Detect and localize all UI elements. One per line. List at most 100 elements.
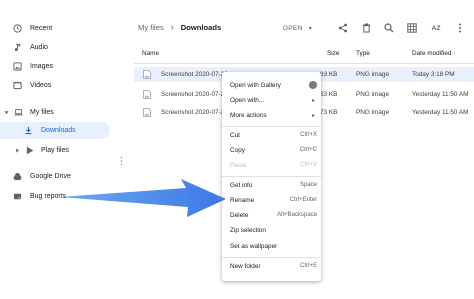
delete-icon[interactable] xyxy=(360,22,372,34)
menu-item-open-with[interactable]: Open with... ▸ xyxy=(222,93,321,107)
open-button-label: OPEN xyxy=(282,24,303,32)
menu-item-set-as-wallpaper[interactable]: Set as wallpaper xyxy=(222,239,321,253)
context-menu: Open with Gallery Open with... ▸ More ac… xyxy=(222,72,321,281)
image-file-icon xyxy=(143,70,151,79)
sidebar-item-label: Videos xyxy=(30,81,52,89)
image-icon xyxy=(13,61,22,71)
menu-item-rename[interactable]: Rename Ctrl+Enter xyxy=(222,193,321,207)
menu-item-shortcut: Ctrl+V xyxy=(300,162,317,168)
menu-item-label: Open with Gallery xyxy=(230,81,281,89)
breadcrumb-separator: › xyxy=(170,22,174,32)
clock-icon xyxy=(13,23,22,33)
menu-item-label: New folder xyxy=(230,262,261,270)
menu-item-shortcut: Ctrl+C xyxy=(299,147,317,153)
column-type[interactable]: Type xyxy=(356,50,370,57)
file-name: Screenshot 2020-07-25 xyxy=(161,109,228,116)
sidebar-item-recent[interactable]: Recent xyxy=(0,20,120,36)
menu-item-label: Set as wallpaper xyxy=(230,242,278,250)
sidebar-item-images[interactable]: Images xyxy=(0,58,120,74)
image-file-icon xyxy=(143,90,151,99)
menu-item-label: Cut xyxy=(230,131,240,139)
audio-icon xyxy=(13,43,22,52)
toolbar: OPEN ▾ AZ xyxy=(283,19,466,37)
expand-right-icon[interactable] xyxy=(15,146,20,155)
file-date: Today 3:18 PM xyxy=(412,71,455,78)
column-name[interactable]: Name xyxy=(142,50,159,57)
sidebar-item-google-drive[interactable]: Google Drive xyxy=(0,168,120,184)
menu-item-shortcut: Alt+Backspace xyxy=(277,212,317,218)
breadcrumb-downloads: Downloads xyxy=(180,22,222,32)
more-vert-icon[interactable] xyxy=(454,22,466,34)
video-icon xyxy=(13,81,22,90)
chevron-down-icon: ▾ xyxy=(308,25,312,32)
breadcrumb: My files › Downloads xyxy=(138,22,221,32)
file-type: PNG image xyxy=(356,109,390,116)
menu-item-label: Open with... xyxy=(230,96,265,104)
menu-item-zip-selection[interactable]: Zip selection xyxy=(222,223,321,237)
sort-arrow-icon: ↓ xyxy=(453,49,457,56)
file-size: 63 KB xyxy=(320,91,338,98)
file-name: Screenshot 2020-07-25 xyxy=(161,91,228,98)
sidebar-item-label: Recent xyxy=(30,24,53,32)
sidebar-item-label: Images xyxy=(30,62,53,70)
file-name: Screenshot 2020-07-26 xyxy=(161,71,228,78)
menu-item-shortcut: Ctrl+X xyxy=(300,132,317,138)
grid-view-icon[interactable] xyxy=(406,22,418,34)
menu-item-get-info[interactable]: Get info Space xyxy=(222,178,321,192)
sidebar-item-label: Audio xyxy=(30,43,48,51)
play-store-icon xyxy=(25,146,34,155)
column-size[interactable]: Size xyxy=(327,50,339,57)
menu-item-copy[interactable]: Copy Ctrl+C xyxy=(222,143,321,157)
menu-item-shortcut: Space xyxy=(299,182,317,188)
menu-item-label: Rename xyxy=(230,196,255,204)
column-date[interactable]: Date modified xyxy=(412,50,451,57)
menu-item-label: Copy xyxy=(230,146,245,154)
menu-item-open-with-gallery[interactable]: Open with Gallery xyxy=(222,78,321,92)
menu-item-label: Get info xyxy=(230,181,253,189)
file-type: PNG image xyxy=(356,91,390,98)
sidebar-item-downloads[interactable]: Downloads xyxy=(0,122,110,139)
drive-icon xyxy=(13,172,22,181)
sidebar-item-audio[interactable]: Audio xyxy=(0,39,120,55)
sidebar-item-label: Play files xyxy=(41,146,70,154)
sidebar-item-label: Bug reports xyxy=(30,192,67,200)
sidebar-resize-handle[interactable] xyxy=(120,153,123,166)
open-button[interactable]: OPEN ▾ xyxy=(283,25,312,32)
gallery-app-icon xyxy=(309,81,317,89)
menu-item-label: Delete xyxy=(230,211,249,219)
menu-item-label: Zip selection xyxy=(230,226,266,234)
menu-item-cut[interactable]: Cut Ctrl+X xyxy=(222,128,321,142)
sidebar-item-label: Google Drive xyxy=(30,172,71,180)
chevron-right-icon: ▸ xyxy=(311,112,315,119)
menu-item-paste: Paste Ctrl+V xyxy=(222,158,321,172)
sidebar-item-play-files[interactable]: Play files xyxy=(0,142,120,158)
menu-item-shortcut: Ctrl+Enter xyxy=(289,197,317,203)
file-date: Yesterday 11:50 AM xyxy=(412,91,469,98)
menu-item-delete[interactable]: Delete Alt+Backspace xyxy=(222,208,321,222)
menu-divider xyxy=(222,176,321,177)
menu-item-more-actions[interactable]: More actions ▸ xyxy=(222,108,321,122)
sidebar-item-bug-reports[interactable]: Bug reports xyxy=(0,188,120,204)
menu-divider xyxy=(222,257,321,258)
search-icon[interactable] xyxy=(383,22,395,34)
image-file-icon xyxy=(143,108,151,117)
download-icon xyxy=(24,126,33,135)
sidebar-item-videos[interactable]: Videos xyxy=(0,77,120,93)
breadcrumb-my-files[interactable]: My files xyxy=(138,23,164,32)
share-icon[interactable] xyxy=(337,22,349,34)
chevron-right-icon: ▸ xyxy=(311,97,315,104)
sort-label: AZ xyxy=(431,24,441,32)
laptop-icon xyxy=(14,108,23,117)
expand-down-icon[interactable] xyxy=(4,108,9,117)
sort-icon[interactable]: AZ xyxy=(429,22,443,34)
menu-item-label: Paste xyxy=(230,161,247,169)
menu-item-new-folder[interactable]: New folder Ctrl+E xyxy=(222,259,321,273)
sidebar: Recent Audio Images Videos My files Down… xyxy=(0,0,124,299)
file-size: 73 KB xyxy=(320,109,338,116)
menu-divider xyxy=(222,126,321,127)
sidebar-item-my-files[interactable]: My files xyxy=(0,104,120,120)
sidebar-item-label: My files xyxy=(30,108,54,116)
hard-drive-icon xyxy=(13,192,22,201)
file-date: Yesterday 11:50 AM xyxy=(412,109,469,116)
sidebar-item-label: Downloads xyxy=(41,127,76,134)
